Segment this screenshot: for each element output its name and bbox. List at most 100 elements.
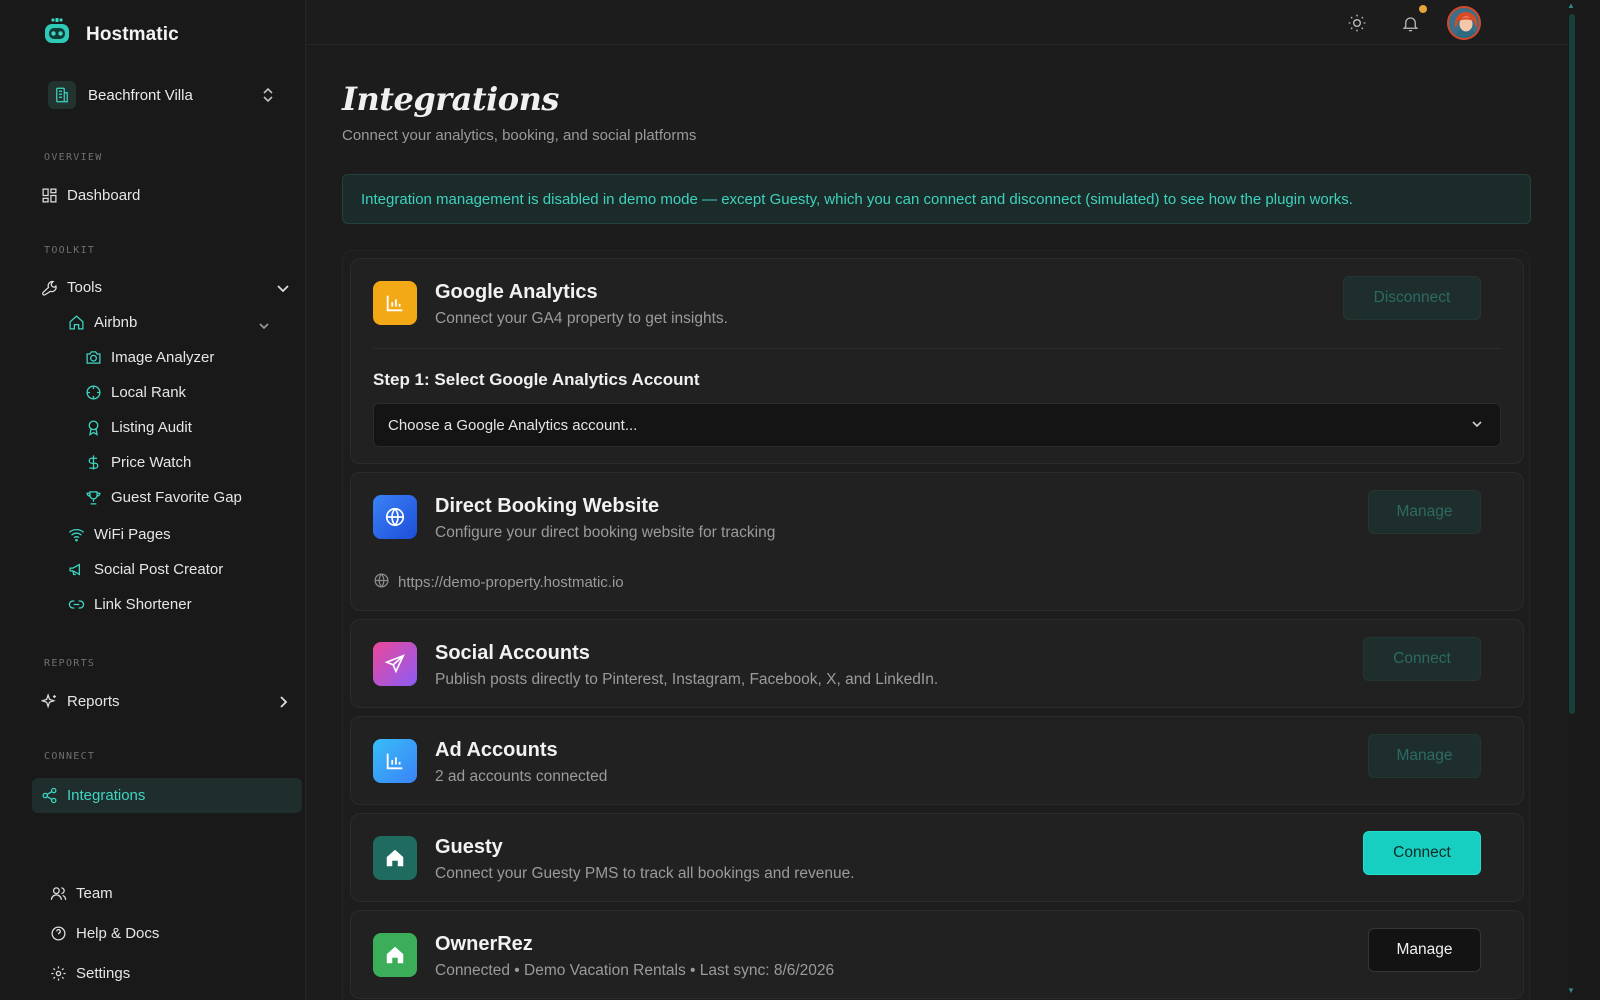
card-title: Google Analytics [435, 281, 598, 303]
sidebar-item-label: Airbnb [94, 313, 138, 331]
sidebar-item-label: Team [76, 884, 113, 902]
card-description: Connect your Guesty PMS to track all boo… [435, 865, 855, 882]
integration-card-ownerrez: OwnerRez Connected • Demo Vacation Renta… [350, 910, 1524, 999]
integration-card-ad-accounts: Ad Accounts 2 ad accounts connected Mana… [350, 716, 1524, 805]
brand[interactable]: Hostmatic [42, 17, 179, 52]
sidebar-item-local-rank[interactable]: Local Rank [84, 383, 186, 401]
sidebar-item-dashboard[interactable]: Dashboard [40, 186, 140, 204]
bar-chart-icon [373, 281, 417, 325]
scrollbar-thumb[interactable] [1569, 14, 1575, 714]
select-value: Choose a Google Analytics account... [388, 416, 638, 434]
robot-logo-icon [42, 17, 72, 52]
card-description: Connected • Demo Vacation Rentals • Last… [435, 962, 835, 979]
link-icon [67, 595, 85, 613]
sidebar-item-social-post-creator[interactable]: Social Post Creator [67, 560, 223, 578]
camera-icon [84, 348, 102, 366]
chevron-down-icon[interactable] [258, 318, 270, 336]
top-bar [306, 0, 1568, 45]
sidebar-item-integrations[interactable]: Integrations [40, 786, 145, 804]
integration-card-google-analytics: Google Analytics Connect your GA4 proper… [350, 258, 1524, 464]
section-label-overview: OVERVIEW [44, 152, 103, 163]
home-icon [373, 836, 417, 880]
trophy-icon [84, 488, 102, 506]
sidebar-item-label: Integrations [67, 786, 146, 804]
sidebar-item-label: Link Shortener [94, 595, 192, 613]
sidebar-item-label: WiFi Pages [94, 525, 171, 543]
chevron-down-icon[interactable] [276, 282, 290, 300]
sidebar-item-listing-audit[interactable]: Listing Audit [84, 418, 192, 436]
globe-icon [373, 572, 390, 593]
home-icon [373, 933, 417, 977]
integration-card-social-accounts: Social Accounts Publish posts directly t… [350, 619, 1524, 708]
building-icon [48, 81, 76, 109]
sidebar-item-help-docs[interactable]: Help & Docs [49, 924, 159, 942]
sidebar-item-airbnb[interactable]: Airbnb [67, 313, 137, 331]
sidebar-item-team[interactable]: Team [49, 884, 113, 902]
sun-icon[interactable] [1346, 12, 1368, 34]
app-name: Hostmatic [86, 23, 179, 45]
share-nodes-icon [40, 786, 58, 804]
chevron-right-icon[interactable] [278, 695, 288, 714]
megaphone-icon [67, 560, 85, 578]
gear-icon [49, 964, 67, 982]
card-title: Social Accounts [435, 642, 590, 664]
website-url-row: https://demo-property.hostmatic.io [373, 572, 624, 593]
card-description: 2 ad accounts connected [435, 768, 608, 785]
card-title: Ad Accounts [435, 739, 558, 761]
chevrons-updown-icon [260, 86, 276, 109]
card-description: Publish posts directly to Pinterest, Ins… [435, 671, 939, 688]
sidebar-item-link-shortener[interactable]: Link Shortener [67, 595, 192, 613]
wrench-icon [40, 278, 58, 296]
card-title: Guesty [435, 836, 503, 858]
sidebar-item-image-analyzer[interactable]: Image Analyzer [84, 348, 214, 366]
scroll-up-icon[interactable]: ▲ [1567, 1, 1575, 10]
sidebar-item-label: Guest Favorite Gap [111, 488, 242, 506]
step-label: Step 1: Select Google Analytics Account [373, 370, 700, 389]
chevron-down-icon [1470, 417, 1484, 435]
sidebar-item-label: Price Watch [111, 453, 192, 471]
sidebar-item-settings[interactable]: Settings [49, 964, 130, 982]
demo-mode-banner: Integration management is disabled in de… [342, 174, 1531, 224]
sidebar-item-guest-favorite-gap[interactable]: Guest Favorite Gap [84, 488, 242, 506]
section-label-connect: CONNECT [44, 751, 96, 762]
section-label-reports: REPORTS [44, 658, 96, 669]
award-icon [84, 418, 102, 436]
sidebar-item-label: Dashboard [67, 186, 141, 204]
disconnect-button[interactable]: Disconnect [1343, 276, 1481, 320]
crosshair-icon [84, 383, 102, 401]
card-title: OwnerRez [435, 933, 533, 955]
dollar-icon [84, 453, 102, 471]
sidebar-item-price-watch[interactable]: Price Watch [84, 453, 191, 471]
manage-button[interactable]: Manage [1368, 490, 1481, 534]
page-subtitle: Connect your analytics, booking, and soc… [342, 127, 697, 144]
manage-button[interactable]: Manage [1368, 928, 1481, 972]
ga-account-select[interactable]: Choose a Google Analytics account... [373, 403, 1501, 447]
connect-button[interactable]: Connect [1363, 831, 1481, 875]
help-circle-icon [49, 924, 67, 942]
sidebar-item-wifi-pages[interactable]: WiFi Pages [67, 525, 171, 543]
sidebar-item-reports[interactable]: Reports [40, 692, 120, 710]
globe-icon [373, 495, 417, 539]
avatar[interactable] [1447, 6, 1481, 40]
sidebar-item-tools[interactable]: Tools [40, 278, 102, 296]
home-icon [67, 313, 85, 331]
sidebar-item-label: Settings [76, 964, 131, 982]
connect-button[interactable]: Connect [1363, 637, 1481, 681]
divider [373, 348, 1501, 349]
sidebar: Hostmatic Beachfront Villa OVERVIEW Dash… [0, 0, 306, 1000]
send-icon [373, 642, 417, 686]
sidebar-item-label: Social Post Creator [94, 560, 224, 578]
sidebar-item-label: Reports [67, 692, 120, 710]
users-icon [49, 884, 67, 902]
bar-chart-icon [373, 739, 417, 783]
integration-card-direct-booking: Direct Booking Website Configure your di… [350, 472, 1524, 611]
bell-icon[interactable] [1399, 12, 1421, 34]
property-switcher[interactable]: Beachfront Villa [40, 78, 288, 112]
scroll-down-icon[interactable]: ▼ [1567, 986, 1575, 995]
manage-button[interactable]: Manage [1368, 734, 1481, 778]
sparkles-icon [40, 692, 58, 710]
card-description: Connect your GA4 property to get insight… [435, 310, 728, 327]
integration-card-guesty: Guesty Connect your Guesty PMS to track … [350, 813, 1524, 902]
website-url: https://demo-property.hostmatic.io [398, 574, 624, 591]
sidebar-item-label: Local Rank [111, 383, 187, 401]
